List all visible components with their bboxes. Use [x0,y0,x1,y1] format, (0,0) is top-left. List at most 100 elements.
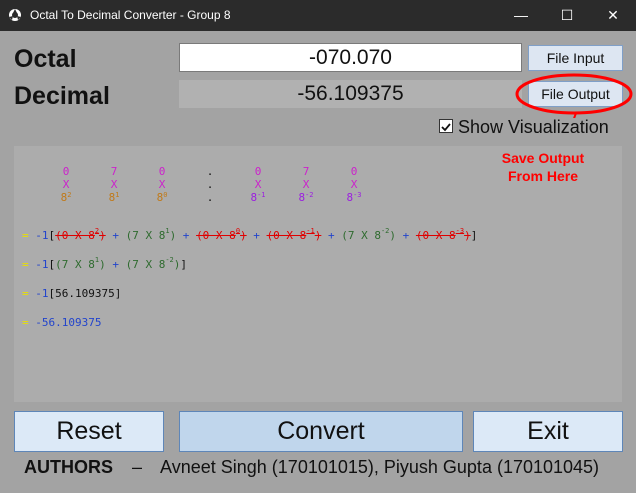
minimize-button[interactable]: — [498,0,544,31]
power-exponent: 2 [67,191,72,199]
final-value: -56.109375 [35,316,102,329]
close-bracket: ] [470,229,478,242]
octal-digit: 7 [110,165,118,178]
authors-label: AUTHORS [24,457,113,477]
multiply-sign: X [254,178,262,191]
equals-sign: = [22,258,29,271]
close-icon: ✕ [607,7,619,23]
power-term: 82 [54,191,78,204]
octal-digit: 0 [158,165,166,178]
multiply-sign: X [62,178,70,191]
power-exponent: -1 [257,191,266,199]
annotation-line-1: Save Output [501,150,585,166]
product-term-text: (0 X 8-3) [415,227,471,242]
octal-digit: 7 [302,165,310,178]
authors-dash: – [132,457,143,477]
product-term: (7 X 8-2) [125,256,181,271]
plus-sign: + [246,229,267,242]
close-bracket: ] [114,287,122,300]
digit-column: 7 X 8-2 [294,165,318,204]
plus-sign: + [396,229,416,242]
power-term: 8-1 [246,191,270,204]
multiply-sign: X [302,178,310,191]
exponent: 1 [165,227,170,235]
negative-factor: -1 [35,258,49,271]
reset-button[interactable]: Reset [14,411,164,452]
negative-factor: -1 [35,229,49,242]
maximize-icon: ☐ [560,7,574,23]
digit-column: ... [198,165,222,204]
decimal-label: Decimal [14,82,110,110]
digit-column: 0 X 8-1 [246,165,270,204]
octal-input-value: -070.070 [309,46,392,69]
product-term: (0 X 8-3) [415,227,471,242]
multiply-sign: X [110,178,118,191]
show-visualization-label: Show Visualization [458,117,609,137]
octal-digit: 0 [62,165,70,178]
plus-sign: + [105,229,126,242]
decimal-point: . [206,165,214,178]
equals-sign: = [22,229,29,242]
plus-sign: + [105,258,126,271]
power-exponent: -3 [353,191,362,199]
product-term-text: (0 X 82) [55,227,106,242]
exponent: -1 [306,227,315,235]
checkmark-icon [441,123,451,132]
plus-sign: + [176,229,197,242]
viz-line-4: = -56.109375 [22,316,101,329]
octal-input[interactable]: -070.070 [179,43,522,72]
file-input-button[interactable]: File Input [528,45,623,71]
annotation-line-2: From Here [507,168,579,184]
product-term: (7 X 8-2) [341,227,397,242]
power-base: . [206,191,214,204]
exponent: 0 [235,227,241,235]
power-term: . [198,191,222,204]
digit-column: 0 X 8-3 [342,165,366,204]
close-bracket: ] [180,258,188,271]
minimize-icon: — [514,7,528,23]
power-exponent: 1 [115,191,120,199]
octal-label: Octal [14,45,77,73]
exponent: -3 [455,227,465,235]
close-button[interactable]: ✕ [590,0,636,31]
power-term: 8-2 [294,191,318,204]
title-bar: Octal To Decimal Converter - Group 8 — ☐… [0,0,636,31]
decimal-output-value: -56.109375 [297,82,404,105]
power-term: 80 [150,191,174,204]
window-title: Octal To Decimal Converter - Group 8 [30,8,231,22]
equals-sign: = [22,287,29,300]
app-icon [9,9,21,21]
exponent: -2 [380,227,390,235]
product-term-text: (7 X 8-2) [341,227,397,242]
octal-digit: 0 [254,165,262,178]
exponent: 2 [94,227,100,235]
multiply-sign: X [350,178,358,191]
power-exponent: -2 [305,191,314,199]
viz-line-3: = -1[56.109375] [22,287,121,300]
power-term: 81 [102,191,126,204]
product-term-text: (0 X 80) [196,227,247,242]
decimal-output: -56.109375 [179,80,522,108]
product-term: (7 X 81) [55,256,106,271]
line3-value: 56.109375 [55,287,115,300]
product-term: (0 X 80) [196,227,247,242]
product-term-text: (7 X 81) [125,227,177,242]
annotation-ellipse [515,73,633,118]
digit-column: 0 X 80 [150,165,174,204]
viz-line-1: = -1[(0 X 82) + (7 X 81) + (0 X 80) + (0… [22,227,478,242]
power-exponent: 0 [163,191,168,199]
multiply-sign: X [158,178,166,191]
convert-button[interactable]: Convert [179,411,463,452]
digit-column: 0 X 82 [54,165,78,204]
product-term: (7 X 81) [125,227,177,242]
negative-factor: -1 [35,287,49,300]
exit-button[interactable]: Exit [473,411,623,452]
authors-line: AUTHORS – Avneet Singh (170101015), Piyu… [24,457,599,478]
show-visualization-checkbox[interactable] [439,119,453,133]
multiply-sign: . [206,178,214,191]
viz-line-2: = -1[(7 X 81) + (7 X 8-2)] [22,256,188,271]
plus-sign: + [321,229,342,242]
annotation-text: Save Output From Here [478,149,608,185]
maximize-button[interactable]: ☐ [544,0,590,31]
equals-sign: = [22,316,29,329]
